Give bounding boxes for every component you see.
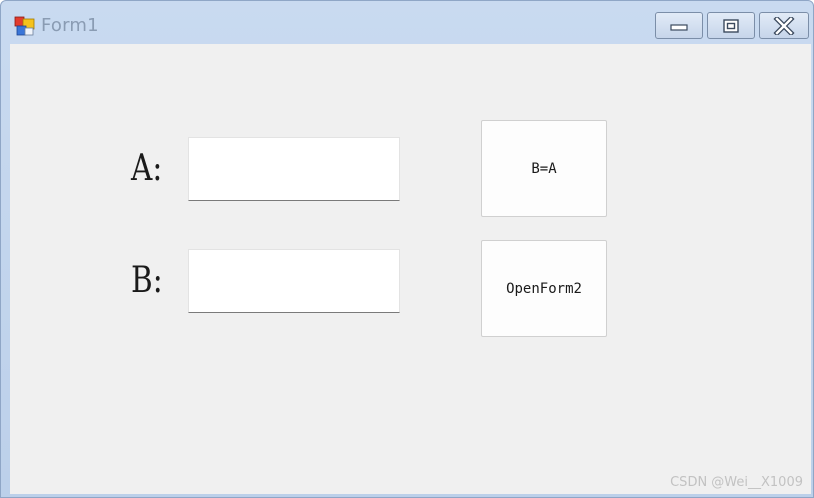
maximize-icon xyxy=(723,18,739,33)
window-title: Form1 xyxy=(41,15,99,36)
close-button[interactable] xyxy=(759,12,809,39)
title-bar[interactable]: Form1 xyxy=(1,1,813,43)
form-client-area: A: B: B=A OpenForm2 CSDN @Wei__X1009 xyxy=(10,44,811,494)
label-b: B: xyxy=(131,260,163,301)
minimize-icon xyxy=(670,23,688,31)
minimize-button[interactable] xyxy=(655,12,703,39)
label-a: A: xyxy=(131,148,163,189)
open-form2-button[interactable]: OpenForm2 xyxy=(481,240,607,337)
textbox-b[interactable] xyxy=(188,249,400,313)
close-icon xyxy=(773,16,795,35)
maximize-button[interactable] xyxy=(707,12,755,39)
watermark: CSDN @Wei__X1009 xyxy=(670,475,803,490)
app-icon[interactable] xyxy=(14,16,35,36)
b-equals-a-button[interactable]: B=A xyxy=(481,120,607,217)
textbox-a[interactable] xyxy=(188,137,400,201)
main-window: Form1 A: B: B=A OpenForm2 CSDN @Wei__X10… xyxy=(0,0,814,498)
